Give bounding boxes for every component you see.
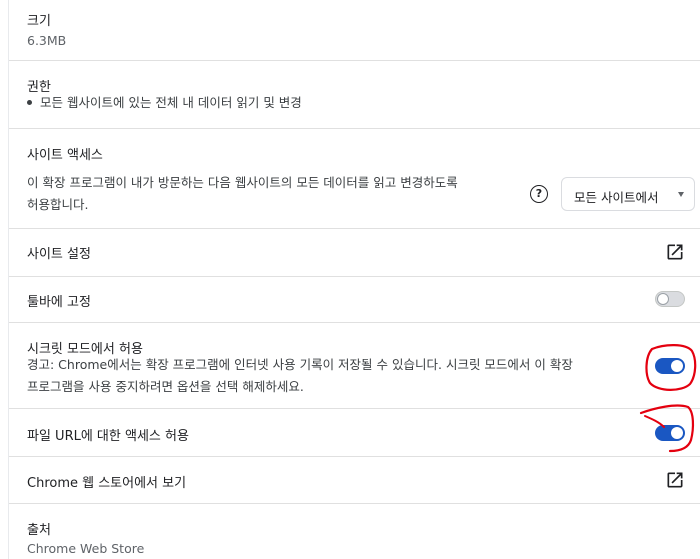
incognito-toggle[interactable]	[655, 358, 685, 374]
help-circle-icon[interactable]: ?	[530, 185, 548, 203]
size-value: 6.3MB	[27, 33, 67, 48]
bullet-icon	[27, 100, 32, 105]
source-label: 출처	[27, 523, 51, 538]
divider	[9, 503, 700, 504]
open-in-new-icon[interactable]	[665, 470, 685, 490]
divider	[9, 128, 700, 129]
source-value: Chrome Web Store	[27, 541, 145, 556]
site-access-select-value: 모든 사이트에서	[574, 190, 659, 205]
incognito-warning-line2: 프로그램을 사용 중지하려면 옵션을 선택 해제하세요.	[27, 379, 304, 394]
extension-details-panel: 크기 6.3MB 권한 모든 웹사이트에 있는 전체 내 데이터 읽기 및 변경…	[8, 0, 700, 559]
permissions-item-text: 모든 웹사이트에 있는 전체 내 데이터 읽기 및 변경	[40, 95, 302, 110]
file-url-toggle[interactable]	[655, 425, 685, 441]
site-access-label: 사이트 액세스	[27, 148, 103, 163]
pin-toolbar-label: 툴바에 고정	[27, 295, 91, 310]
file-url-label: 파일 URL에 대한 액세스 허용	[27, 429, 189, 444]
pin-toolbar-toggle[interactable]	[655, 291, 685, 307]
site-settings-row[interactable]: 사이트 설정	[9, 229, 700, 276]
incognito-warning-line1: 경고: Chrome에서는 확장 프로그램에 인터넷 사용 기록이 저장될 수 …	[27, 357, 573, 372]
permissions-item: 모든 웹사이트에 있는 전체 내 데이터 읽기 및 변경	[21, 92, 302, 114]
divider	[9, 408, 700, 409]
divider	[9, 60, 700, 61]
web-store-label: Chrome 웹 스토어에서 보기	[27, 476, 187, 491]
divider	[9, 276, 700, 277]
site-access-select[interactable]: 모든 사이트에서	[561, 177, 695, 211]
site-access-description-line2: 허용합니다.	[27, 197, 89, 212]
site-settings-label: 사이트 설정	[27, 247, 91, 262]
toggle-knob	[671, 360, 683, 372]
site-access-description: 이 확장 프로그램이 내가 방문하는 다음 웹사이트의 모든 데이터를 읽고 변…	[27, 172, 458, 216]
divider	[9, 322, 700, 323]
site-access-description-line1: 이 확장 프로그램이 내가 방문하는 다음 웹사이트의 모든 데이터를 읽고 변…	[27, 175, 458, 190]
open-in-new-icon[interactable]	[665, 242, 685, 262]
dropdown-caret-icon	[678, 192, 684, 197]
incognito-warning: 경고: Chrome에서는 확장 프로그램에 인터넷 사용 기록이 저장될 수 …	[27, 354, 573, 398]
toggle-knob	[671, 427, 683, 439]
toggle-knob	[657, 293, 669, 305]
web-store-row[interactable]: Chrome 웹 스토어에서 보기	[9, 457, 700, 503]
size-label: 크기	[27, 14, 51, 29]
